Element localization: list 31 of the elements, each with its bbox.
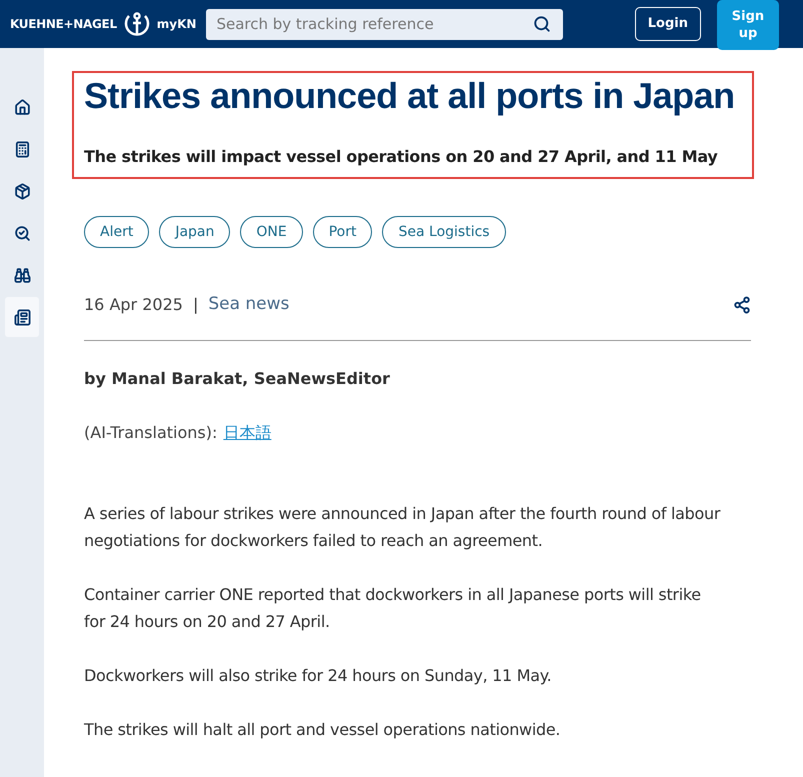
tag-chip[interactable]: Sea Logistics (382, 216, 506, 248)
separator: | (192, 294, 198, 316)
tag-chip[interactable]: Alert (84, 216, 150, 248)
signup-button[interactable]: Sign up (717, 0, 779, 50)
tag-chip[interactable]: Japan (159, 216, 230, 248)
share-icon[interactable] (733, 296, 751, 314)
article-subtitle: The strikes will impact vessel operations on 20 and 27 April, and 11 May (84, 146, 718, 168)
body-paragraph: The strikes will halt all port and vessel operations nationwide. (84, 718, 562, 740)
sidebar-item[interactable] (5, 297, 39, 337)
category-link[interactable]: Sea news (208, 292, 290, 318)
search-icon[interactable] (533, 14, 552, 32)
home-icon (14, 98, 30, 116)
article-date: 16 Apr 2025 (84, 294, 183, 316)
box-icon (14, 182, 30, 200)
binoculars-icon (14, 266, 30, 284)
brand-logo: KUEHNE+NAGEL (10, 16, 117, 33)
translation-link[interactable]: 日本語 (223, 420, 272, 444)
translations-label: (AI-Translations): (84, 422, 218, 444)
news-icon (14, 308, 30, 326)
body-paragraph: A series of labour strikes were announced in Japan after the fourth round of labour negotiations for dockworkers failed to reach an agreement. (84, 502, 722, 552)
article-title: Strikes announced at all ports in Japan (84, 75, 736, 117)
tag-chip[interactable]: Port (312, 216, 372, 248)
product-name: myKN (156, 16, 196, 33)
tag-chip[interactable]: ONE (240, 216, 303, 248)
body-paragraph: Dockworkers will also strike for 24 hours on Sunday, 11 May. (84, 664, 552, 686)
magnifier-icon (14, 224, 30, 242)
calculator-icon (14, 140, 30, 158)
body-paragraph: Container carrier ONE reported that dockworkers in all Japanese ports will strike for 24 hours on 20 and 27 April. (84, 584, 702, 632)
search-field[interactable]: Search by tracking reference (206, 8, 564, 40)
login-button[interactable]: Login (634, 7, 701, 41)
author-line: by Manal Barakat, SeaNewsEditor (84, 368, 391, 390)
